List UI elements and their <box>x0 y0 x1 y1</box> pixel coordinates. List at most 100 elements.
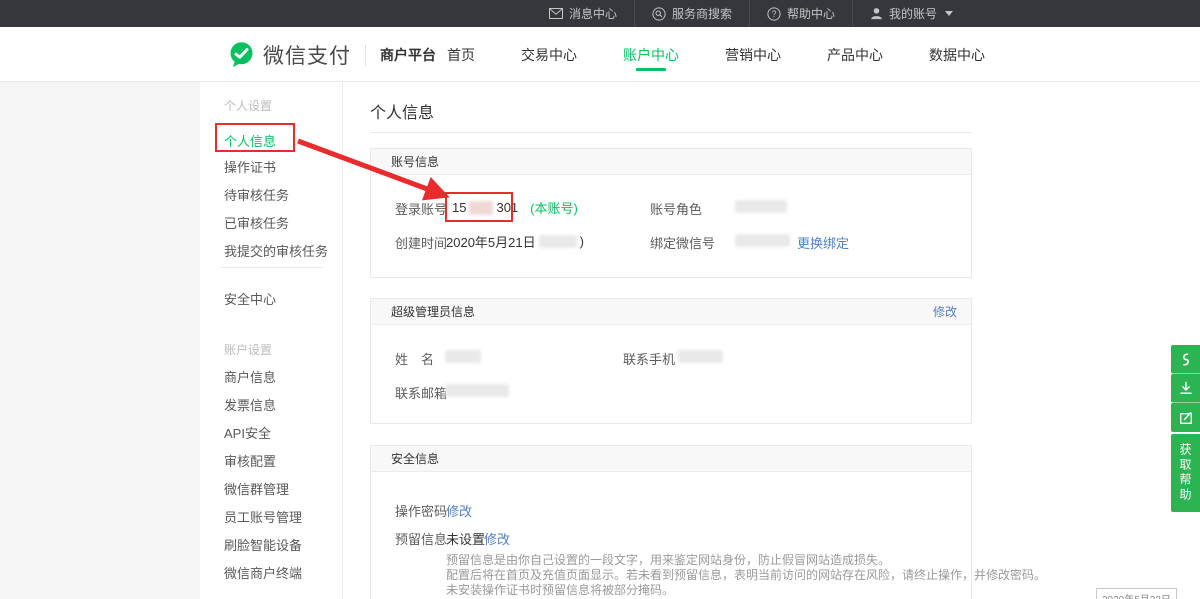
super-admin-title: 超级管理员信息 <box>391 303 475 320</box>
mail-icon <box>549 8 563 19</box>
brand-name: 微信支付 <box>263 40 351 70</box>
logo-divider <box>365 44 366 66</box>
portal-name: 商户平台 <box>380 45 436 65</box>
nav-account-center[interactable]: 账户中心 <box>623 27 679 82</box>
reserved-info-label: 预留信息 <box>395 529 447 548</box>
edit-icon <box>1178 410 1194 426</box>
search-icon <box>652 7 666 21</box>
wechat-pay-logo-icon <box>228 41 255 68</box>
super-admin-header: 超级管理员信息 修改 <box>371 299 971 325</box>
sidebar-item-operation-certificate[interactable]: 操作证书 <box>224 157 276 176</box>
created-date: 2020年5月21日 <box>446 232 536 251</box>
sidebar-group-account-settings: 账户设置 <box>224 341 272 358</box>
nav-marketing-center[interactable]: 营销中心 <box>725 27 781 82</box>
reserved-desc-line-2: 配置后将在首页及充值页面显示。若未看到预留信息，表明当前访问的网站存在风险，请终… <box>446 568 1046 583</box>
sidebar-item-wechat-merchant-terminal[interactable]: 微信商户终端 <box>224 563 302 582</box>
operation-password-edit-link[interactable]: 修改 <box>446 501 472 520</box>
chevron-down-icon <box>945 11 953 16</box>
sidebar-item-api-security[interactable]: API安全 <box>224 423 271 442</box>
my-account-label: 我的账号 <box>889 5 937 22</box>
sidebar-group-personal-settings: 个人设置 <box>224 97 272 114</box>
date-badge: 2020年5月22日 <box>1096 588 1177 599</box>
redacted-admin-email <box>445 384 509 397</box>
download-icon <box>1178 380 1194 396</box>
nav-transaction-label: 交易中心 <box>521 45 577 65</box>
login-account-prefix: 15 <box>452 200 466 215</box>
sidebar: 个人设置 个人信息 操作证书 待审核任务 已审核任务 我提交的审核任务 安全中心… <box>200 82 343 599</box>
nav-home-label: 首页 <box>447 45 475 65</box>
floating-toolbar: 获取帮助 <box>1171 345 1200 512</box>
sidebar-item-my-submitted-tasks[interactable]: 我提交的审核任务 <box>224 241 328 260</box>
page-title: 个人信息 <box>370 99 434 123</box>
super-admin-edit-link[interactable]: 修改 <box>933 303 957 320</box>
reserved-info-value: 未设置 <box>446 529 485 548</box>
question-icon: ? <box>767 7 781 21</box>
svg-text:?: ? <box>771 9 776 19</box>
bound-wechat-label: 绑定微信号 <box>650 233 715 252</box>
sidebar-item-personal-info[interactable]: 个人信息 <box>224 131 276 150</box>
download-button[interactable] <box>1171 374 1200 403</box>
title-divider <box>370 132 972 133</box>
reserved-desc-line-1: 预留信息是由你自己设置的一段文字，用来鉴定网站身份，防止假冒网站造成损失。 <box>446 553 1046 568</box>
reserved-info-description: 预留信息是由你自己设置的一段文字，用来鉴定网站身份，防止假冒网站造成损失。 配置… <box>446 553 1046 598</box>
account-role-label: 账号角色 <box>650 199 702 218</box>
nav-account-label: 账户中心 <box>623 45 679 65</box>
rebind-link[interactable]: 更换绑定 <box>797 233 849 252</box>
created-time-value: 2020年5月21日 ) <box>446 232 584 251</box>
redacted-login-middle <box>469 201 493 215</box>
brand-logo[interactable]: 微信支付 商户平台 <box>228 27 436 82</box>
login-account-suffix: 301 <box>496 200 518 215</box>
sidebar-item-merchant-info[interactable]: 商户信息 <box>224 367 276 386</box>
created-time-label: 创建时间 <box>395 233 447 252</box>
top-utility-bar: 消息中心 服务商搜索 ? 帮助中心 我的账号 <box>0 0 1200 27</box>
merchant-platform-page: 消息中心 服务商搜索 ? 帮助中心 我的账号 微信支付 商户平台 <box>0 0 1200 599</box>
link-icon <box>1177 351 1194 368</box>
quick-link-button[interactable] <box>1171 345 1200 374</box>
sidebar-item-staff-account-mgmt[interactable]: 员工账号管理 <box>224 507 302 526</box>
admin-email-label: 联系邮箱 <box>395 383 447 402</box>
nav-product-center[interactable]: 产品中心 <box>827 27 883 82</box>
user-icon <box>870 7 883 20</box>
account-info-header: 账号信息 <box>371 149 971 175</box>
service-provider-search-label: 服务商搜索 <box>672 5 732 22</box>
get-help-button[interactable]: 获取帮助 <box>1171 434 1200 512</box>
redacted-admin-phone <box>678 350 723 363</box>
message-center-label: 消息中心 <box>569 5 617 22</box>
sidebar-item-invoice-info[interactable]: 发票信息 <box>224 395 276 414</box>
primary-nav: 首页 交易中心 账户中心 营销中心 产品中心 数据中心 <box>447 27 985 82</box>
nav-data-label: 数据中心 <box>929 45 985 65</box>
redacted-created-time <box>539 235 577 248</box>
nav-product-label: 产品中心 <box>827 45 883 65</box>
sidebar-item-face-pay-devices[interactable]: 刷脸智能设备 <box>224 535 302 554</box>
service-provider-search-link[interactable]: 服务商搜索 <box>634 0 749 27</box>
redacted-admin-name <box>445 350 481 363</box>
sidebar-divider <box>220 267 323 268</box>
admin-name-label: 姓 名 <box>395 349 434 368</box>
nav-transaction-center[interactable]: 交易中心 <box>521 27 577 82</box>
sidebar-item-review-config[interactable]: 审核配置 <box>224 451 276 470</box>
message-center-link[interactable]: 消息中心 <box>532 0 634 27</box>
nav-home[interactable]: 首页 <box>447 27 475 82</box>
sidebar-item-wechat-group-mgmt[interactable]: 微信群管理 <box>224 479 289 498</box>
help-center-link[interactable]: ? 帮助中心 <box>749 0 852 27</box>
admin-phone-label: 联系手机 <box>623 349 675 368</box>
my-account-menu[interactable]: 我的账号 <box>852 0 970 27</box>
current-account-tag: (本账号) <box>530 198 578 217</box>
help-center-label: 帮助中心 <box>787 5 835 22</box>
nav-data-center[interactable]: 数据中心 <box>929 27 985 82</box>
sidebar-item-pending-review-tasks[interactable]: 待审核任务 <box>224 185 289 204</box>
operation-password-label: 操作密码 <box>395 501 447 520</box>
nav-marketing-label: 营销中心 <box>725 45 781 65</box>
account-info-title: 账号信息 <box>391 153 439 170</box>
reserved-info-edit-link[interactable]: 修改 <box>484 529 510 548</box>
main-header: 微信支付 商户平台 首页 交易中心 账户中心 营销中心 产品中心 数据中心 <box>0 27 1200 82</box>
sidebar-item-security-center[interactable]: 安全中心 <box>224 289 276 308</box>
login-account-value: 15 301 (本账号) <box>452 198 578 217</box>
redacted-wechat-id <box>735 234 790 247</box>
feedback-button[interactable] <box>1171 403 1200 432</box>
left-gutter <box>0 82 200 599</box>
sidebar-item-reviewed-tasks[interactable]: 已审核任务 <box>224 213 289 232</box>
security-info-header: 安全信息 <box>371 446 971 472</box>
login-account-label: 登录账号 <box>395 199 447 218</box>
security-info-title: 安全信息 <box>391 450 439 467</box>
